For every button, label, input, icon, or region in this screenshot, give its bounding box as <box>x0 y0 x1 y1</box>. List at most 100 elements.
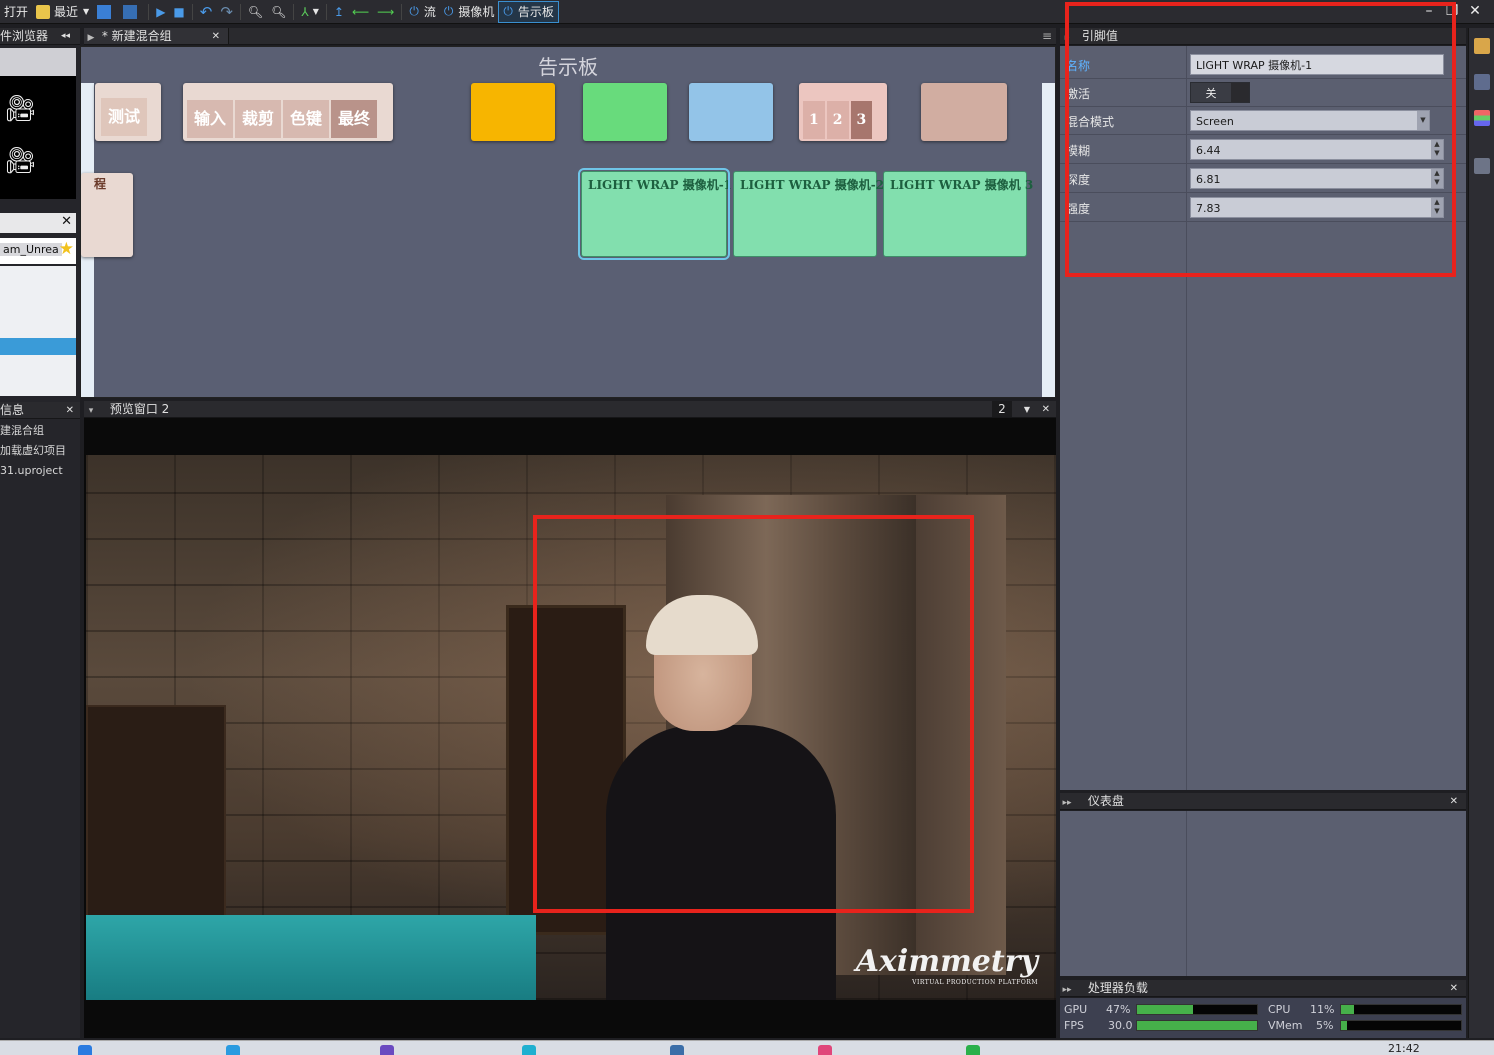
vmem-bar-fill <box>1341 1021 1347 1030</box>
cabinet <box>86 705 226 935</box>
camera-icon[interactable]: 🎥︎ <box>4 146 37 176</box>
chain-final[interactable]: 最终 <box>331 100 378 138</box>
close-icon[interactable]: ✕ <box>212 28 220 44</box>
load-panel: GPU 47% FPS 30.0 CPU 11% VMem 5% <box>1060 998 1466 1038</box>
chain-key[interactable]: 色键 <box>283 100 330 138</box>
column-divider <box>1186 811 1187 976</box>
up-button[interactable]: ↥ <box>330 1 348 23</box>
chain-input[interactable]: 输入 <box>187 100 234 138</box>
dashboard-title: 仪表盘 <box>1087 794 1124 808</box>
lightwrap-node-2[interactable]: LIGHT WRAP 摄像机-2 <box>733 171 884 257</box>
taskbar-app[interactable] <box>78 1045 188 1055</box>
number-3[interactable]: 3 <box>850 101 873 139</box>
arrow-up-icon: ↥ <box>333 4 344 19</box>
menu-icon[interactable]: ≡ <box>1042 28 1052 44</box>
taskbar-app[interactable] <box>522 1045 632 1055</box>
chevron-down-icon[interactable]: ▼ <box>1024 401 1030 417</box>
app-icon <box>966 1045 980 1055</box>
zoom-in-icon: 🔍︎ <box>247 4 264 19</box>
fps-label: FPS <box>1064 1019 1084 1032</box>
tree-row[interactable]: am_Unrea ★ <box>0 238 76 264</box>
stop-button[interactable]: ■ <box>169 1 188 23</box>
chain-crop[interactable]: 裁剪 <box>235 100 282 138</box>
clock: 21:42 <box>1388 1042 1420 1055</box>
play-button[interactable]: ▶ <box>152 1 169 23</box>
list-item-selected[interactable] <box>0 338 76 355</box>
close-icon[interactable]: ✕ <box>1042 401 1050 417</box>
teal-cloth <box>86 915 536 1000</box>
tab-flow[interactable]: ⏻ 流 <box>405 1 440 23</box>
test-node[interactable]: 测试 <box>95 83 161 141</box>
lightwrap-node-1[interactable]: LIGHT WRAP 摄像机-1 <box>578 168 732 260</box>
clipboard-icon[interactable] <box>1474 38 1490 54</box>
zoom-out-icon: 🔍︎ <box>271 4 287 19</box>
lightwrap-label: LIGHT WRAP 摄像机-2 <box>740 178 885 192</box>
taskbar-app[interactable] <box>670 1045 780 1055</box>
redo-button[interactable]: ↷ <box>216 1 237 23</box>
star-icon[interactable]: ★ <box>59 239 74 259</box>
cpu-value: 11% <box>1310 1003 1335 1016</box>
taskbar-app[interactable] <box>818 1045 928 1055</box>
back-button[interactable]: ⟵ <box>348 1 373 23</box>
expand-icon[interactable]: ▸▸ <box>1060 982 1074 996</box>
cpu-label: CPU <box>1268 1003 1291 1016</box>
close-window-button[interactable]: ✕ <box>1466 2 1484 20</box>
log-line: 31.uproject <box>0 464 63 477</box>
tab-camera[interactable]: ⏻ 摄像机 <box>440 1 499 23</box>
taskbar-app[interactable] <box>380 1045 490 1055</box>
forward-button[interactable]: ⟶ <box>373 1 398 23</box>
partial-node-label: 程 <box>94 177 107 191</box>
green-node[interactable] <box>583 83 667 141</box>
lightwrap-node-3[interactable]: LIGHT WRAP 摄像机 3 <box>883 171 1033 257</box>
number-row: 123 <box>803 101 874 139</box>
close-icon[interactable]: ✕ <box>66 402 74 418</box>
expand-icon[interactable]: ▾ <box>84 403 98 417</box>
taskbar-app[interactable] <box>966 1045 1076 1055</box>
layers-icon[interactable] <box>1474 110 1490 126</box>
save-all-button[interactable] <box>119 1 145 23</box>
board-scrollbar[interactable] <box>1042 83 1055 397</box>
info-title: 信息 <box>0 403 25 417</box>
save-icon <box>97 4 112 19</box>
number-node[interactable]: 123 <box>799 83 887 141</box>
number-1[interactable]: 1 <box>803 101 825 139</box>
blue-node[interactable] <box>689 83 773 141</box>
search-bar[interactable]: ✕ <box>0 213 76 233</box>
log-line: 加载虚幻项目 <box>0 444 66 457</box>
close-icon[interactable]: ✕ <box>1450 980 1458 996</box>
camera-icon[interactable]: 🎥︎ <box>4 94 37 124</box>
tab-board-label: 告示板 <box>517 5 554 19</box>
app-icon <box>670 1045 684 1055</box>
preview-index[interactable]: 2 <box>992 401 1012 417</box>
link-icon[interactable] <box>1474 74 1490 90</box>
gear-icon[interactable] <box>1474 158 1490 174</box>
number-2[interactable]: 2 <box>826 101 849 139</box>
close-icon[interactable]: ✕ <box>1450 793 1458 809</box>
tab-compound[interactable]: ▶ * 新建混合组 ✕ <box>84 28 229 44</box>
close-icon[interactable]: ✕ <box>61 214 72 229</box>
dashboard-header: ▸▸ 仪表盘 ✕ <box>1060 793 1466 810</box>
toolbar-divider <box>191 3 193 20</box>
zoom-in-button[interactable]: 🔍︎ <box>244 1 267 23</box>
tab-board[interactable]: ⏻ 告示板 <box>498 0 559 23</box>
tan-node[interactable] <box>921 83 1007 141</box>
file-browser-header: 件浏览器 ◂◂ <box>0 28 80 45</box>
chain-node[interactable]: 输入 裁剪 色键 最终 <box>183 83 393 141</box>
expand-icon[interactable]: ▸▸ <box>1060 795 1074 809</box>
yellow-node[interactable] <box>471 83 555 141</box>
zoom-out-button[interactable]: 🔍︎ <box>267 1 290 23</box>
tab-camera-label: 摄像机 <box>458 5 495 19</box>
save-button[interactable] <box>93 1 119 23</box>
compound-tab-label: * 新建混合组 <box>101 29 172 43</box>
recent-button[interactable]: 最近 ▼ <box>32 1 93 23</box>
collapse-icon[interactable]: ◂◂ <box>61 28 70 44</box>
open-button[interactable]: 打开 <box>0 1 32 23</box>
lightwrap-label: LIGHT WRAP 摄像机 3 <box>890 178 1034 192</box>
highlight-box <box>533 515 974 913</box>
partial-node[interactable]: 程 <box>81 173 133 257</box>
stop-icon: ■ <box>173 4 185 19</box>
taskbar-app[interactable] <box>226 1045 336 1055</box>
axis-button[interactable]: ⅄ ▼ <box>297 1 323 23</box>
undo-button[interactable]: ↶ <box>196 1 217 23</box>
open-label: 打开 <box>4 5 29 19</box>
